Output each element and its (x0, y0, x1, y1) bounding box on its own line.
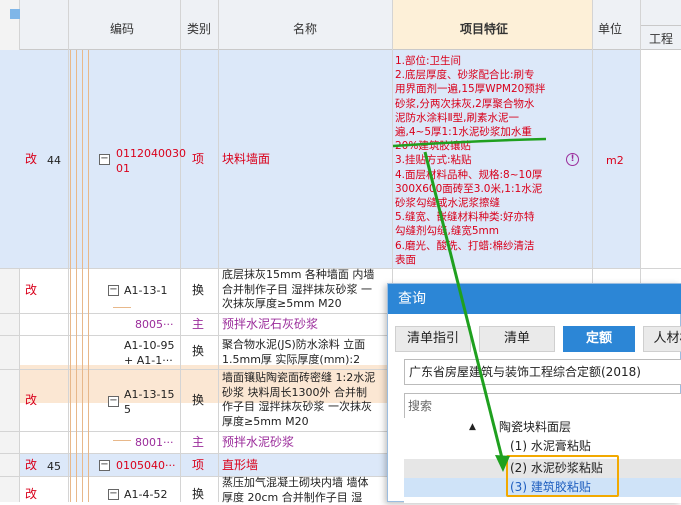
feature-line: 2.底层厚度、砂浆配合比:刷专 (395, 68, 591, 82)
sub-name[interactable]: 墙面镶贴陶瓷面砖密缝 1:2水泥砂浆 块料周长1300外 合并制作子目 湿拌抹灰… (222, 371, 390, 429)
name-line: 墙面镶贴陶瓷面砖密缝 1:2水泥 (222, 371, 390, 386)
name-line: 蒸压加气混凝土砌块内墙 墙体 (222, 476, 390, 491)
material-name[interactable]: 预拌水泥砂浆 (222, 435, 294, 450)
collapse-toggle[interactable]: − (99, 460, 110, 471)
sub-code[interactable]: A1-4-52 (124, 487, 167, 502)
sub-category: 换 (192, 487, 204, 502)
item-code[interactable]: 011204003001 (116, 146, 186, 176)
feature-line: 砂浆勾缝或水泥浆擦缝 (395, 196, 591, 210)
tab-materials[interactable]: 人材机 (643, 326, 681, 352)
item-unit: m2 (606, 153, 624, 168)
tab-list-guide[interactable]: 清单指引 (395, 326, 471, 352)
header-features[interactable]: 项目特征 (460, 20, 508, 37)
name-line: 砂浆 块料周长1300外 合并制 (222, 386, 390, 401)
sub-status: 改 (25, 393, 37, 408)
tree-node[interactable]: (1) 水泥膏粘贴 (404, 437, 681, 456)
collapse-toggle[interactable]: − (108, 285, 119, 296)
sub-status: 改 (25, 487, 37, 502)
sub-category: 换 (192, 344, 204, 359)
tab-list[interactable]: 清单 (479, 326, 555, 352)
sub-name[interactable]: 蒸压加气混凝土砌块内墙 墙体厚度 20cm 合并制作子目 湿 (222, 476, 390, 505)
collapse-toggle[interactable]: − (108, 396, 119, 407)
sub-code[interactable]: A1-13-1 (124, 283, 167, 298)
item-category: 项 (192, 152, 204, 167)
feature-line: 5.缝宽、嵌缝材料种类:好亦特 (395, 210, 591, 224)
feature-line: 20%建筑胶镶贴 (395, 139, 591, 153)
feature-line: 300X600面砖至3.0米,1:1水泥 (395, 182, 591, 196)
sub-status: 改 (25, 283, 37, 298)
feature-line: 3.挂贴方式:粘贴 (395, 153, 591, 167)
feature-line: 表面 (395, 253, 591, 267)
tree-node-parent[interactable]: ▲ 陶瓷块料面层 (404, 418, 681, 437)
row-number: 45 (47, 459, 61, 474)
sub-name[interactable]: 底层抹灰15mm 各种墙面 内墙合并制作子目 湿拌抹灰砂浆 一次抹灰厚度≥5mm… (222, 268, 390, 312)
header-engineering[interactable]: 工程 (649, 30, 673, 47)
feature-line: 遍,4~5厚1:1水泥砂浆加水重 (395, 125, 591, 139)
sub-category: 换 (192, 393, 204, 408)
item-category: 项 (192, 458, 204, 473)
feature-line: 1.部位:卫生间 (395, 54, 591, 68)
sub-category: 换 (192, 283, 204, 298)
feature-line: 勾缝剂勾缝,缝宽5mm (395, 224, 591, 238)
name-line: 次抹灰厚度≥5mm M20 (222, 297, 390, 312)
header-category[interactable]: 类别 (187, 20, 211, 37)
item-name[interactable]: 块料墙面 (222, 152, 270, 167)
header-name[interactable]: 名称 (293, 20, 317, 37)
material-code[interactable]: 8005··· (135, 317, 173, 332)
feature-line: 用界面剂一遍,15厚WPM20预拌 (395, 82, 591, 96)
chevron-up-icon[interactable]: ▲ (469, 418, 476, 437)
selection-marker (10, 9, 20, 19)
feature-line: 砂浆,分两次抹灰,2厚聚合物水 (395, 97, 591, 111)
item-name[interactable]: 直形墙 (222, 458, 258, 473)
search-input[interactable]: 搜索 (404, 393, 681, 419)
material-category: 主 (192, 435, 204, 450)
warning-icon[interactable]: ! (566, 153, 579, 166)
sub-name[interactable]: 聚合物水泥(JS)防水涂料 立面1.5mm厚 实际厚度(mm):2 (222, 337, 390, 367)
name-line: 聚合物水泥(JS)防水涂料 立面 (222, 337, 390, 352)
row-number: 44 (47, 153, 61, 168)
feature-line: 6.磨光、酸洗、打蜡:棉纱清洁 (395, 239, 591, 253)
material-code[interactable]: 8001··· (135, 435, 173, 450)
sub-code[interactable]: A1-10-95+ A1-1··· (124, 338, 174, 368)
item-features[interactable]: 1.部位:卫生间2.底层厚度、砂浆配合比:刷专用界面剂一遍,15厚WPM20预拌… (395, 54, 591, 267)
dialog-title[interactable]: 查询 (388, 284, 681, 314)
name-line: 1.5mm厚 实际厚度(mm):2 (222, 352, 390, 367)
header-code[interactable]: 编码 (110, 20, 134, 37)
name-line: 厚度≥5mm M20 (222, 415, 390, 430)
name-line: 底层抹灰15mm 各种墙面 内墙 (222, 268, 390, 283)
row-status: 改 (25, 152, 37, 167)
tab-quota[interactable]: 定额 (563, 326, 635, 352)
name-line: 厚度 20cm 合并制作子目 湿 (222, 491, 390, 505)
material-category: 主 (192, 317, 204, 332)
tree-guides (70, 50, 100, 502)
collapse-toggle[interactable]: − (99, 154, 110, 165)
feature-line: 4.面层材料品种、规格:8~10厚 (395, 168, 591, 182)
sub-code[interactable]: A1-13-155 (124, 387, 174, 417)
quota-library-select[interactable]: 广东省房屋建筑与装饰工程综合定额(2018) (404, 359, 681, 385)
name-line: 作子目 湿拌抹灰砂浆 一次抹灰 (222, 400, 390, 415)
feature-line: 泥防水涂料Ⅱ型,刷素水泥一 (395, 111, 591, 125)
row-status: 改 (25, 458, 37, 473)
material-name[interactable]: 预拌水泥石灰砂浆 (222, 317, 318, 332)
name-line: 合并制作子目 湿拌抹灰砂浆 一 (222, 283, 390, 298)
highlight-frame (506, 455, 619, 497)
item-code[interactable]: 0105040··· (116, 458, 175, 473)
collapse-toggle[interactable]: − (108, 489, 119, 500)
header-unit[interactable]: 单位 (598, 20, 622, 37)
